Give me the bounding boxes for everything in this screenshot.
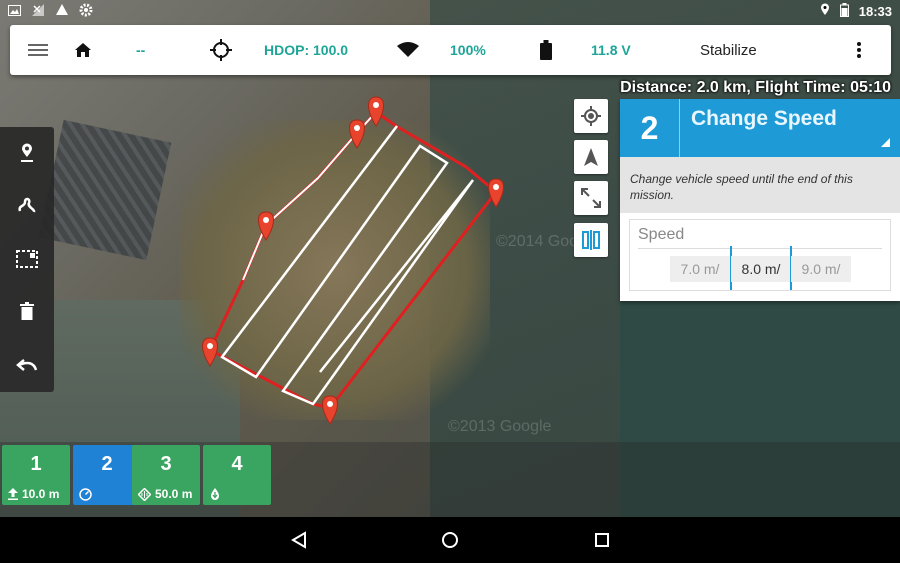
survey-icon: [138, 487, 151, 501]
mission-card-number: 2: [101, 453, 113, 475]
menu-icon: [28, 44, 48, 56]
menu-button[interactable]: [28, 25, 48, 75]
flight-mode[interactable]: Stabilize: [700, 25, 757, 75]
takeoff-icon: [8, 488, 18, 500]
navigation-button[interactable]: [574, 140, 608, 174]
selection-rectangle-icon: [16, 250, 38, 268]
battery-icon: [839, 2, 849, 20]
navigation-arrow-icon: [584, 148, 598, 166]
mission-card-info: 50.0 m: [155, 487, 193, 501]
map-marker[interactable]: [488, 178, 504, 208]
land-icon: [211, 488, 219, 500]
recents-button[interactable]: [590, 528, 614, 552]
wifi-icon: [397, 42, 419, 57]
telemetry-bar: -- HDOP: 100.0 100% 11.8 V Stabilize: [10, 25, 891, 75]
undo-icon: [16, 359, 38, 371]
map-marker[interactable]: [202, 337, 218, 367]
map-marker[interactable]: [322, 395, 338, 425]
status-bar: 18:33: [0, 0, 900, 22]
battery-button[interactable]: [540, 25, 552, 75]
home-circle-icon: [442, 532, 458, 548]
expand-icon: [581, 188, 601, 208]
panel-header[interactable]: 2 Change Speed: [620, 99, 900, 157]
mission-card-1[interactable]: 1 10.0 m: [2, 445, 70, 505]
waypoint-marker-icon: [21, 143, 33, 162]
system-nav-bar: [0, 517, 900, 563]
home-button[interactable]: [74, 25, 92, 75]
map-marker[interactable]: [349, 119, 365, 149]
speed-gauge-icon: [79, 488, 92, 501]
split-button[interactable]: [574, 223, 608, 257]
signal-off-icon: [31, 3, 45, 20]
mission-item-number: 2: [620, 99, 680, 157]
signal-button[interactable]: [396, 25, 420, 75]
mission-card-4[interactable]: 4: [203, 445, 271, 505]
gps-button[interactable]: [210, 25, 232, 75]
mission-card-info: 10.0 m: [22, 487, 60, 501]
mission-card-3[interactable]: 3 50.0 m: [132, 445, 200, 505]
overflow-menu-button[interactable]: [856, 25, 862, 75]
my-location-icon: [581, 106, 601, 126]
speed-option[interactable]: 9.0 m/: [791, 256, 851, 282]
recents-icon: [595, 533, 609, 547]
delete-tool-button[interactable]: [0, 285, 54, 337]
mission-card-number: 1: [30, 453, 42, 475]
waypoint-tool-button[interactable]: [0, 127, 54, 179]
mission-summary: Distance: 2.0 km, Flight Time: 05:10: [620, 79, 891, 96]
back-button[interactable]: [287, 528, 311, 552]
home-icon: [75, 43, 91, 57]
speed-option[interactable]: 7.0 m/: [670, 256, 730, 282]
image-icon: [8, 4, 21, 19]
mission-items-strip: 1 10.0 m 2 3 50.0 m 4: [0, 442, 900, 517]
speed-picker[interactable]: Speed 7.0 m/ 8.0 m/ 9.0 m/: [629, 219, 891, 291]
more-vert-icon: [857, 42, 861, 58]
mission-item-type[interactable]: Change Speed: [691, 107, 837, 131]
mission-card-number: 3: [160, 453, 172, 475]
hdop-value: HDOP: 100.0: [264, 42, 349, 58]
gear-icon: [79, 3, 93, 20]
speed-option-selected[interactable]: 8.0 m/: [731, 256, 791, 282]
home-distance: --: [136, 42, 146, 58]
undo-tool-button[interactable]: [0, 339, 54, 391]
mission-item-detail-panel: 2 Change Speed Change vehicle speed unti…: [620, 99, 900, 301]
mission-card-number: 4: [231, 453, 243, 475]
battery-voltage: 11.8 V: [591, 42, 631, 58]
trash-icon: [20, 302, 34, 320]
map-marker[interactable]: [368, 96, 384, 127]
battery-icon: [540, 40, 552, 60]
location-icon: [820, 3, 830, 19]
spline-tool-button[interactable]: [0, 179, 54, 231]
gps-crosshair-icon: [210, 39, 232, 61]
speed-label: Speed: [638, 226, 685, 243]
signal-strength: 100%: [450, 42, 486, 58]
spline-path-icon: [18, 197, 36, 213]
survey-polygon: [208, 110, 499, 410]
divider: [638, 248, 882, 249]
mission-item-description: Change vehicle speed until the end of th…: [620, 157, 900, 213]
selection-tool-button[interactable]: [0, 233, 54, 285]
survey-grid-path: [220, 125, 475, 406]
editor-toolbar: [0, 127, 54, 392]
my-location-button[interactable]: [574, 99, 608, 133]
clock: 18:33: [858, 3, 892, 19]
dropdown-caret-icon[interactable]: [881, 138, 890, 147]
triangle-icon: [55, 3, 69, 19]
back-icon: [291, 531, 306, 549]
mission-card-2[interactable]: 2: [73, 445, 141, 505]
split-icon: [582, 230, 600, 250]
expand-button[interactable]: [574, 181, 608, 215]
home-nav-button[interactable]: [438, 528, 462, 552]
